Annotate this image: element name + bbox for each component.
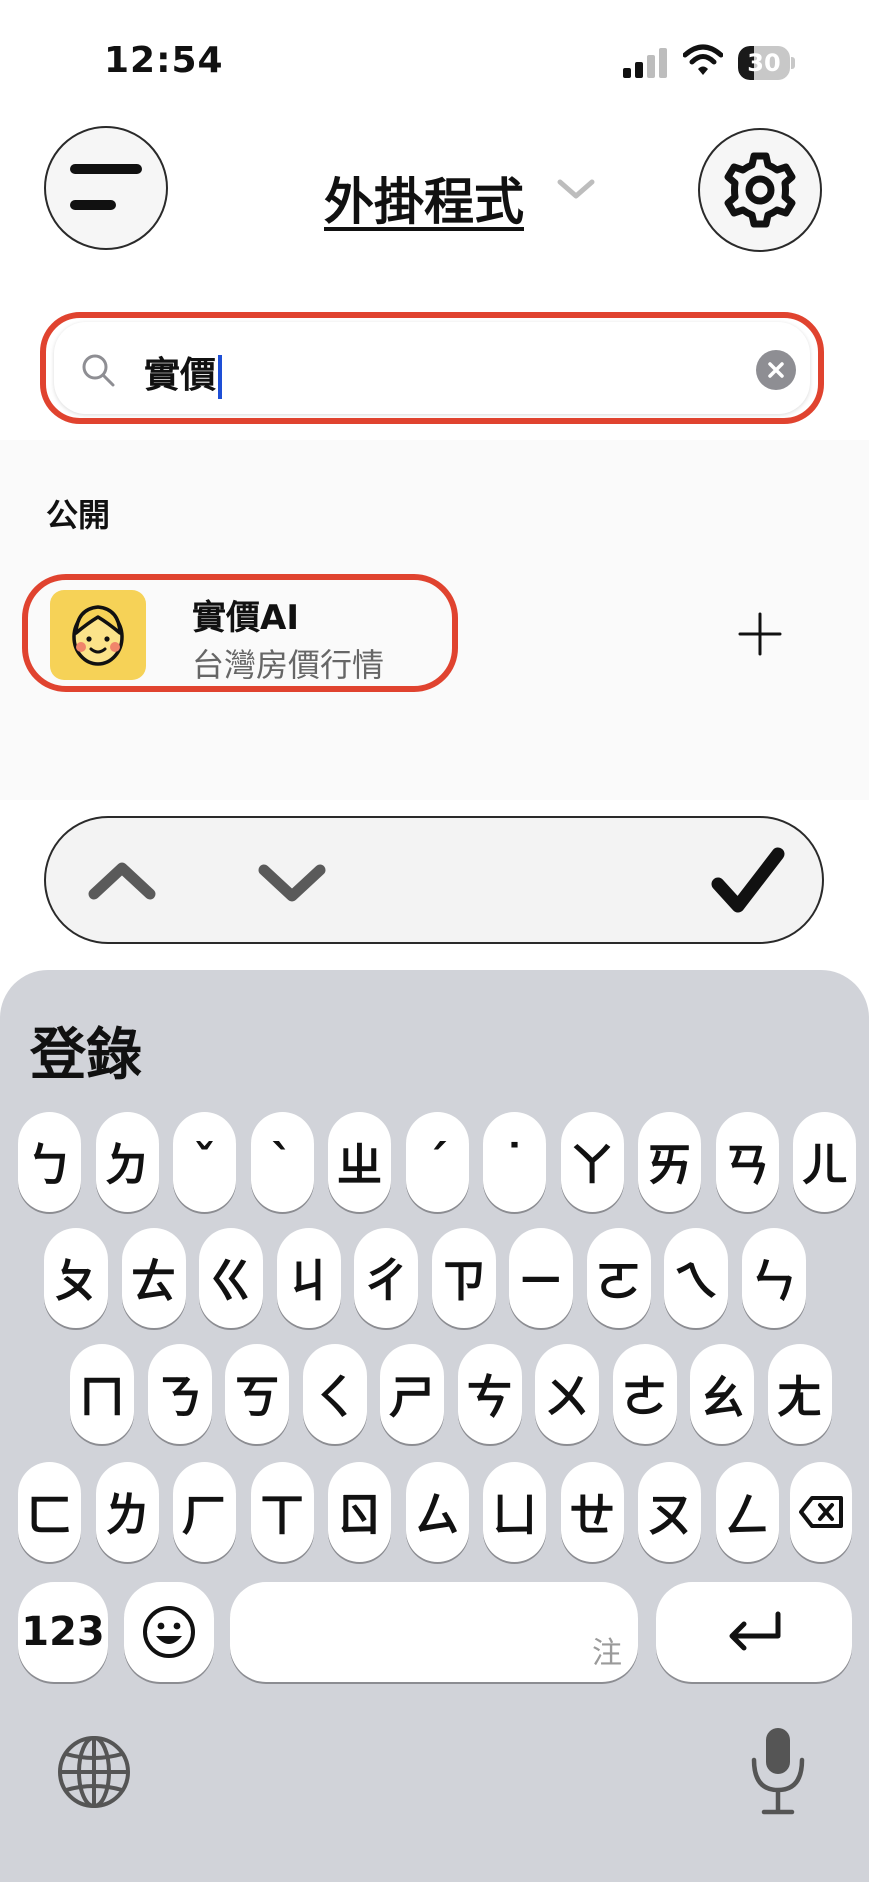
key-2-2[interactable]: ㄎ [225,1344,289,1444]
key-2-3[interactable]: ㄑ [302,1344,367,1444]
key-2-9[interactable]: ㄤ [767,1344,832,1444]
key-2-1[interactable]: ㄋ [147,1344,212,1444]
key-0-8[interactable]: ㄞ [638,1112,701,1212]
key-0-1[interactable]: ㄉ [95,1112,159,1212]
key-0-9[interactable]: ㄢ [715,1112,779,1212]
numbers-key[interactable]: 123 [18,1582,108,1682]
key-1-7[interactable]: ㄛ [586,1228,651,1328]
key-2-6[interactable]: ㄨ [535,1344,599,1444]
key-1-6[interactable]: ㄧ [509,1228,573,1328]
key-2-5[interactable]: ㄘ [457,1344,522,1444]
input-navigation-bar [44,816,824,944]
candidate-word[interactable]: 登錄 [30,1010,142,1091]
key-1-3[interactable]: ㄐ [276,1228,341,1328]
space-key-hint: 注 [592,1636,622,1671]
emoji-icon [143,1606,195,1658]
key-1-2[interactable]: ㄍ [199,1228,263,1328]
key-0-2[interactable]: ˇ [173,1112,236,1212]
plugin-highlight-outline [22,574,458,692]
battery-percent: 30 [747,49,781,77]
key-0-5[interactable]: ˊ [405,1112,469,1212]
key-3-7[interactable]: ㄝ [560,1462,624,1562]
cellular-signal-icon [623,48,667,78]
key-1-9[interactable]: ㄣ [741,1228,806,1328]
key-2-7[interactable]: ㄜ [612,1344,677,1444]
key-0-4[interactable]: ㄓ [328,1112,391,1212]
plus-icon[interactable] [738,612,782,656]
key-0-0[interactable]: ㄅ [18,1112,81,1212]
down-arrow-icon[interactable] [256,860,328,908]
key-3-6[interactable]: ㄩ [483,1462,546,1562]
key-1-1[interactable]: ㄊ [121,1228,186,1328]
key-2-0[interactable]: ㄇ [70,1344,134,1444]
return-key[interactable] [656,1582,852,1682]
backspace-key[interactable] [790,1462,852,1562]
search-highlight-outline [40,312,824,424]
emoji-key[interactable] [124,1582,214,1682]
section-label-public: 公開 [46,496,111,534]
key-3-8[interactable]: ㄡ [638,1462,701,1562]
status-time: 12:54 [104,40,224,81]
key-2-8[interactable]: ㄠ [690,1344,754,1444]
key-0-10[interactable]: ㄦ [793,1112,856,1212]
space-key[interactable]: 注 [230,1582,638,1682]
key-0-6[interactable]: ˙ [483,1112,546,1212]
wifi-icon [683,44,723,75]
menu-icon [70,164,142,210]
key-1-4[interactable]: ㄔ [354,1228,418,1328]
key-1-0[interactable]: ㄆ [44,1228,108,1328]
page-title[interactable]: 外掛程式 [324,162,524,234]
key-3-0[interactable]: ㄈ [18,1462,81,1562]
checkmark-icon[interactable] [710,846,786,916]
key-3-9[interactable]: ㄥ [715,1462,779,1562]
key-0-3[interactable]: ˋ [250,1112,314,1212]
key-1-8[interactable]: ㄟ [664,1228,728,1328]
key-2-4[interactable]: ㄕ [380,1344,444,1444]
key-3-5[interactable]: ㄙ [405,1462,469,1562]
battery-indicator: 30 [738,46,796,80]
menu-button[interactable] [44,126,168,250]
backspace-icon [799,1496,843,1528]
return-icon [729,1611,781,1651]
settings-button[interactable] [698,128,822,252]
key-0-7[interactable]: ㄚ [560,1112,624,1212]
microphone-icon[interactable] [746,1726,810,1816]
settings-gear-icon [724,152,796,228]
key-3-4[interactable]: ㄖ [328,1462,391,1562]
key-1-5[interactable]: ㄗ [431,1228,496,1328]
key-3-2[interactable]: ㄏ [173,1462,236,1562]
key-3-1[interactable]: ㄌ [95,1462,159,1562]
key-3-3[interactable]: ㄒ [250,1462,314,1562]
chevron-down-icon[interactable] [556,176,596,202]
globe-icon[interactable] [56,1734,132,1810]
up-arrow-icon[interactable] [86,856,158,904]
